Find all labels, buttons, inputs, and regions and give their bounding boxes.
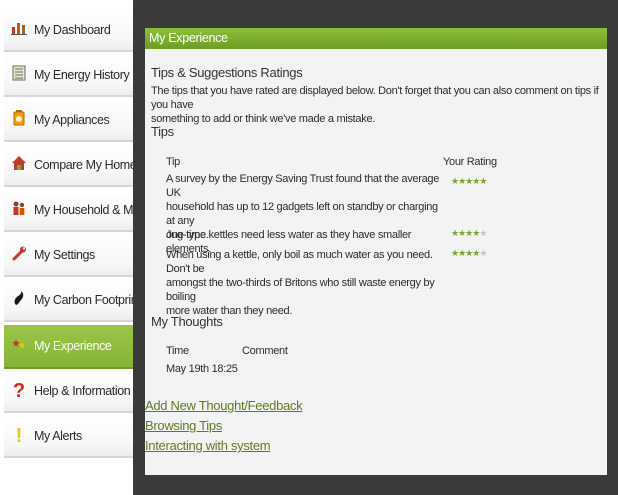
interacting-with-system-link[interactable]: Interacting with system [145,438,271,453]
question-icon: ? [12,379,26,402]
appliance-icon [4,110,34,130]
stars-icon [4,336,34,356]
tip-text-line: amongst the two-thirds of Britons who st… [166,277,435,303]
thoughts-column-time: Time [166,345,189,357]
tip-text-line: When using a kettle, only boil as much w… [166,249,433,275]
sidebar-item-label: My Appliances [34,113,110,127]
sidebar-item-label: My Dashboard [34,23,111,37]
intro-text: The tips that you have rated are display… [151,84,606,126]
sidebar-item-my-alerts[interactable]: ! My Alerts [4,416,133,458]
sidebar-item-label: My Energy History [34,68,130,82]
sidebar-item-my-household-me[interactable]: My Household & Me [4,190,140,232]
add-new-thought-link[interactable]: Add New Thought/Feedback [145,398,303,413]
people-icon [4,200,34,220]
sidebar: My Dashboard My Energy History My Applia… [0,0,141,495]
sidebar-item-label: My Carbon Footprint [34,293,141,307]
panel-title: My Experience [145,28,607,49]
star-empty-icon: ★ [479,228,487,238]
sidebar-item-my-carbon-footprint[interactable]: My Carbon Footprint [4,280,141,322]
star-empty-icon: ★ [479,248,487,258]
sidebar-item-my-experience[interactable]: My Experience [4,325,133,369]
browsing-tips-link[interactable]: Browsing Tips [145,418,222,433]
rating-stars: ★★★★★ [451,176,487,187]
rating-stars: ★★★★★ [451,248,487,259]
ratings-heading: Tips & Suggestions Ratings [151,65,303,80]
ledger-icon [4,65,34,85]
thoughts-heading: My Thoughts [151,314,223,329]
tip-text-line: household has up to 12 gadgets left on s… [166,201,438,227]
sidebar-item-my-appliances[interactable]: My Appliances [4,100,133,142]
exclamation-icon: ! [15,424,23,447]
sidebar-item-my-settings[interactable]: My Settings [4,235,133,277]
tips-column-tip: Tip [166,156,180,168]
sidebar-item-label: Compare My Home [34,158,137,172]
star-filled-icon: ★ [479,176,487,186]
intro-line: The tips that you have rated are display… [151,85,599,111]
wrench-icon [4,245,34,265]
sidebar-item-label: My Experience [34,339,112,353]
sidebar-item-label: My Alerts [34,429,82,443]
intro-line: something to add or think we've made a m… [151,113,376,125]
sidebar-item-help-information[interactable]: ? Help & Information [4,371,133,413]
sidebar-item-label: My Household & Me [34,203,140,217]
house-icon [4,155,34,175]
sidebar-item-my-dashboard[interactable]: My Dashboard [4,10,133,52]
thought-time: May 19th 18:25 [166,363,238,375]
table-row: When using a kettle, only boil as much w… [166,248,441,318]
tip-text-line: A survey by the Energy Saving Trust foun… [166,173,440,199]
sidebar-item-compare-my-home[interactable]: Compare My Home [4,145,137,187]
sidebar-item-my-energy-history[interactable]: My Energy History [4,55,133,97]
thoughts-column-comment: Comment [242,345,288,357]
sidebar-item-label: My Settings [34,248,95,262]
sidebar-item-label: Help & Information [34,384,131,398]
tips-column-rating: Your Rating [443,156,497,168]
footprint-icon [4,290,34,310]
tips-heading: Tips [151,124,174,139]
bar-chart-icon [4,21,34,39]
rating-stars: ★★★★★ [451,228,487,239]
